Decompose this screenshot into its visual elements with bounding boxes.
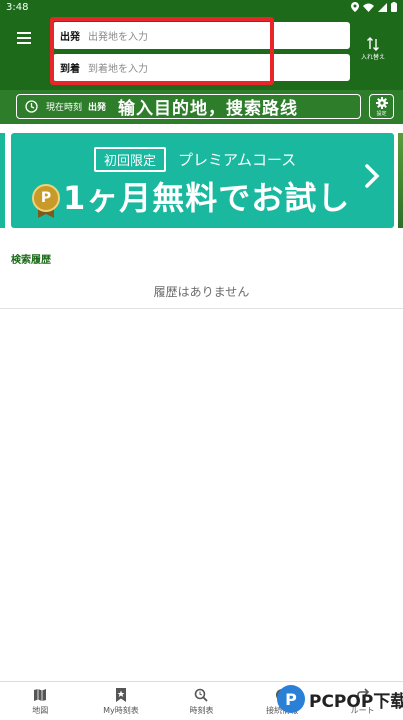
- history-divider: [0, 308, 403, 309]
- overlay-caption: 输入目的地，搜索路线: [118, 99, 299, 119]
- nav-label: ルート: [350, 706, 375, 715]
- chevron-right-icon: [365, 164, 380, 188]
- settings-button[interactable]: 設定: [369, 94, 394, 119]
- arrival-label: 到着: [60, 64, 80, 75]
- swap-button[interactable]: 入れ替え: [356, 37, 390, 71]
- time-select-button[interactable]: 現在時刻 出発 输入目的地，搜索路线: [16, 94, 361, 119]
- banner-subtitle: プレミアムコース: [178, 151, 297, 169]
- history-empty-message: 履歴はありません: [153, 285, 250, 299]
- nav-item-my-timetable[interactable]: My時刻表: [81, 682, 162, 720]
- nav-label: 時刻表: [189, 706, 214, 715]
- search-header: 出発 出発地を入力 到着 到着地を入力 入れ替え: [0, 17, 403, 90]
- history-title: 検索履歴: [11, 255, 51, 266]
- nav-label: My時刻表: [103, 706, 139, 715]
- departure-label: 出発: [60, 32, 80, 43]
- premium-medal-icon: P: [32, 184, 60, 212]
- map-icon: [34, 689, 47, 701]
- status-icons: [351, 2, 397, 12]
- time-mode: 出発: [88, 103, 107, 113]
- menu-icon-bar: [17, 37, 31, 39]
- menu-icon-bar: [17, 32, 31, 34]
- banner-main-text: 1ヶ月無料でお試し: [63, 179, 351, 217]
- status-time: 3:48: [6, 2, 29, 13]
- route-icon: [356, 688, 369, 700]
- nav-item-map[interactable]: 地図: [0, 682, 81, 720]
- info-icon: [276, 689, 289, 701]
- bottom-nav: 地図 My時刻表 時刻表 接続情報 ルート: [0, 681, 403, 720]
- departure-field[interactable]: 出発 出発地を入力: [53, 22, 350, 49]
- battery-icon: [391, 2, 397, 12]
- gear-icon: [375, 96, 388, 109]
- settings-label: 設定: [376, 110, 387, 117]
- status-bar: 3:48: [0, 0, 403, 17]
- wifi-icon: [363, 3, 374, 12]
- nav-item-timetable[interactable]: 時刻表: [161, 682, 242, 720]
- banner-carousel: 初回限定 プレミアムコース P 1ヶ月無料でお試し: [0, 124, 403, 248]
- search-timetable-icon: [195, 688, 209, 702]
- time-bar: 現在時刻 出発 输入目的地，搜索路线 設定: [0, 90, 403, 124]
- banner-prev-peek[interactable]: [0, 133, 5, 228]
- nav-label: 地図: [32, 706, 49, 715]
- nav-item-connection-info[interactable]: 接続情報: [242, 682, 323, 720]
- menu-icon-bar: [17, 42, 31, 44]
- departure-placeholder: 出発地を入力: [88, 32, 148, 43]
- bookmark-star-icon: [115, 688, 126, 702]
- banner-next-peek[interactable]: [398, 133, 403, 228]
- banner-tag: 初回限定: [94, 147, 167, 172]
- time-label: 現在時刻: [46, 103, 83, 113]
- arrival-field[interactable]: 到着 到着地を入力: [53, 54, 350, 81]
- swap-arrows-icon: [367, 37, 379, 51]
- nav-item-route[interactable]: ルート: [322, 682, 403, 720]
- clock-icon: [25, 100, 38, 113]
- nav-label: 接続情報: [266, 706, 299, 715]
- premium-banner[interactable]: 初回限定 プレミアムコース P 1ヶ月無料でお試し: [11, 133, 394, 228]
- arrival-placeholder: 到着地を入力: [88, 64, 148, 75]
- swap-label: 入れ替え: [360, 54, 385, 61]
- menu-button[interactable]: [13, 29, 35, 47]
- location-icon: [351, 2, 359, 12]
- signal-icon: [378, 2, 387, 12]
